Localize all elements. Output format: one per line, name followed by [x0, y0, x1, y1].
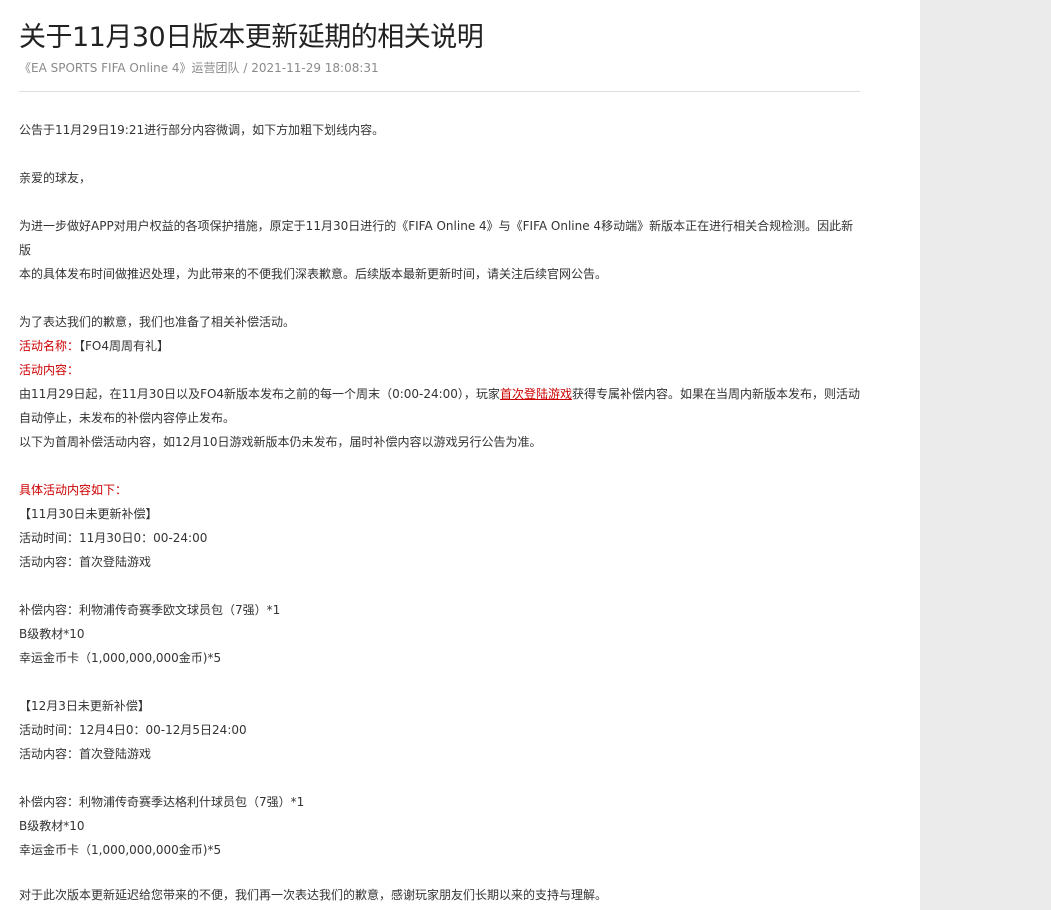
desc-text-post: 获得专属补偿内容。如果在当周内新版本发布，则活动	[571, 387, 860, 401]
activity-name-row: 活动名称：【FO4周周有礼】	[19, 334, 860, 358]
week1-time: 活动时间：11月30日0：00-24:00	[19, 531, 208, 545]
week1-reward-3: 幸运金币卡（1,000,000,000金币)*5	[19, 651, 222, 665]
greeting: 亲爱的球友，	[19, 171, 92, 185]
intro-line-2: 本的具体发布时间做推迟处理，为此带来的不便我们深表歉意。后续版本最新更新时间，请…	[19, 267, 608, 281]
activity-content-row: 活动内容：	[19, 358, 860, 382]
article-source: 《EA SPORTS FIFA Online 4》运营团队	[19, 61, 240, 75]
intro-line-1: 为进一步做好APP对用户权益的各项保护措施，原定于11月30日进行的《FIFA …	[19, 219, 854, 257]
article-page: 关于11月30日版本更新延期的相关说明 《EA SPORTS FIFA Onli…	[0, 0, 920, 910]
first-login-link[interactable]: 首次登陆游戏	[500, 387, 572, 401]
article-datetime: 2021-11-29 18:08:31	[251, 61, 379, 75]
article-body: 公告于11月29日19:21进行部分内容微调，如下方加粗下划线内容。 亲爱的球友…	[19, 118, 860, 862]
activity-content-label: 活动内容：	[19, 363, 80, 377]
week2-time: 活动时间：12月4日0：00-12月5日24:00	[19, 723, 247, 737]
article-meta: 《EA SPORTS FIFA Online 4》运营团队 / 2021-11-…	[19, 60, 860, 76]
week1-content: 活动内容：首次登陆游戏	[19, 555, 152, 569]
week1-reward-2: B级教材*10	[19, 627, 85, 641]
activity-desc-line-1: 由11月29日起，在11月30日以及FO4新版本发布之前的每一个周末（0:00-…	[19, 382, 860, 406]
apology-text: 为了表达我们的歉意，我们也准备了相关补偿活动。	[19, 315, 296, 329]
week1-header: 【11月30日未更新补偿】	[19, 507, 158, 521]
article: 关于11月30日版本更新延期的相关说明 《EA SPORTS FIFA Onli…	[19, 18, 860, 862]
activity-name-value: 【FO4周周有礼】	[79, 339, 169, 353]
article-title: 关于11月30日版本更新延期的相关说明	[19, 22, 484, 53]
week2-reward-3: 幸运金币卡（1,000,000,000金币)*5	[19, 843, 222, 857]
week2-content: 活动内容：首次登陆游戏	[19, 747, 152, 761]
right-sidebar	[920, 0, 1051, 910]
week1-reward-1: 补偿内容：利物浦传奇赛季欧文球员包（7强）*1	[19, 603, 281, 617]
meta-separator: /	[239, 61, 252, 75]
week2-header: 【12月3日未更新补偿】	[19, 699, 150, 713]
update-notice: 公告于11月29日19:21进行部分内容微调，如下方加粗下划线内容。	[19, 123, 385, 137]
week2-reward-2: B级教材*10	[19, 819, 85, 833]
week2-reward-1: 补偿内容：利物浦传奇赛季达格利什球员包（7强）*1	[19, 795, 305, 809]
activity-desc-line-2: 自动停止，未发布的补偿内容停止发布。	[19, 411, 236, 425]
activity-desc-line-3: 以下为首周补偿活动内容，如12月10日游戏新版本仍未发布，届时补偿内容以游戏另行…	[19, 435, 542, 449]
details-heading: 具体活动内容如下：	[19, 483, 128, 497]
activity-name-label: 活动名称：	[19, 339, 80, 353]
desc-text-pre: 由11月29日起，在11月30日以及FO4新版本发布之前的每一个周末（0:00-…	[19, 387, 500, 401]
closing-text: 对于此次版本更新延迟给您带来的不便，我们再一次表达我们的歉意，感谢玩家朋友们长期…	[19, 888, 608, 902]
title-divider	[19, 91, 860, 92]
